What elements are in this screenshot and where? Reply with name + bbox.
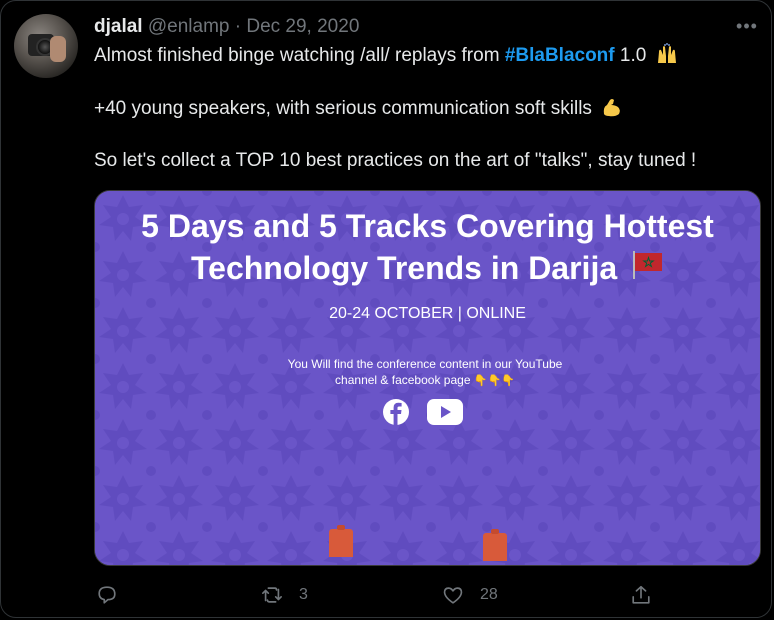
tweet-header: djalal @enlamp · Dec 29, 2020 bbox=[94, 15, 359, 39]
headline-line-2-text: Technology Trends in Darija bbox=[190, 250, 618, 286]
blurb-line-2-text: channel & facebook page bbox=[335, 373, 471, 387]
line2-text: +40 young speakers, with serious communi… bbox=[94, 98, 592, 119]
tweet-text-line-3: So let's collect a TOP 10 best practices… bbox=[94, 150, 697, 171]
flexed-biceps-icon bbox=[604, 99, 621, 117]
raising-hands-icon bbox=[657, 43, 676, 63]
facebook-icon bbox=[383, 399, 409, 425]
tweet-media-image[interactable]: 5 Days and 5 Tracks Covering Hottest Tec… bbox=[94, 190, 761, 566]
like-button[interactable]: 28 bbox=[442, 579, 498, 611]
more-options-icon[interactable]: ••• bbox=[734, 15, 760, 39]
blurb-line-2: channel & facebook page 👇👇👇 bbox=[245, 372, 605, 389]
media-headline: 5 Days and 5 Tracks Covering Hottest Tec… bbox=[95, 205, 760, 289]
speaker-fez-hat-left bbox=[329, 525, 353, 557]
retweet-count: 3 bbox=[299, 586, 308, 603]
media-blurb: You Will find the conference content in … bbox=[245, 356, 605, 389]
share-icon bbox=[632, 585, 650, 604]
reply-button[interactable] bbox=[96, 579, 118, 611]
tweet-text-line-2: +40 young speakers, with serious communi… bbox=[94, 96, 623, 121]
avatar[interactable] bbox=[14, 14, 78, 78]
hand-shape bbox=[50, 36, 66, 62]
heart-icon bbox=[443, 587, 463, 604]
event-dates: 20-24 OCTOBER | ONLINE bbox=[329, 305, 526, 322]
speaker-fez-hat-right bbox=[483, 529, 507, 561]
retweet-button[interactable]: 3 bbox=[261, 579, 308, 611]
blurb-line-1: You Will find the conference content in … bbox=[287, 357, 563, 371]
tweet-actions: 3 28 bbox=[1, 579, 771, 611]
pointing-down-icon: 👇👇👇 bbox=[473, 374, 515, 387]
headline-line-2: Technology Trends in Darija bbox=[95, 247, 760, 289]
hashtag-link[interactable]: #BlaBlaconf bbox=[505, 45, 615, 66]
line1-prefix: Almost finished binge watching /all/ rep… bbox=[94, 45, 505, 66]
header-separator: · bbox=[234, 16, 242, 37]
tweet-card[interactable]: djalal @enlamp · Dec 29, 2020 ••• Almost… bbox=[0, 0, 772, 618]
retweet-icon bbox=[262, 587, 282, 603]
reply-icon bbox=[98, 586, 116, 604]
youtube-icon bbox=[427, 399, 463, 425]
tweet-date[interactable]: Dec 29, 2020 bbox=[246, 16, 359, 37]
like-count: 28 bbox=[480, 586, 498, 603]
line1-suffix: 1.0 bbox=[614, 45, 647, 66]
handle[interactable]: @enlamp bbox=[148, 16, 230, 37]
morocco-flag-icon bbox=[633, 251, 663, 279]
share-button[interactable] bbox=[630, 579, 652, 611]
display-name[interactable]: djalal bbox=[94, 16, 143, 37]
headline-line-1: 5 Days and 5 Tracks Covering Hottest bbox=[141, 208, 714, 244]
tweet-text-line-1: Almost finished binge watching /all/ rep… bbox=[94, 43, 678, 68]
